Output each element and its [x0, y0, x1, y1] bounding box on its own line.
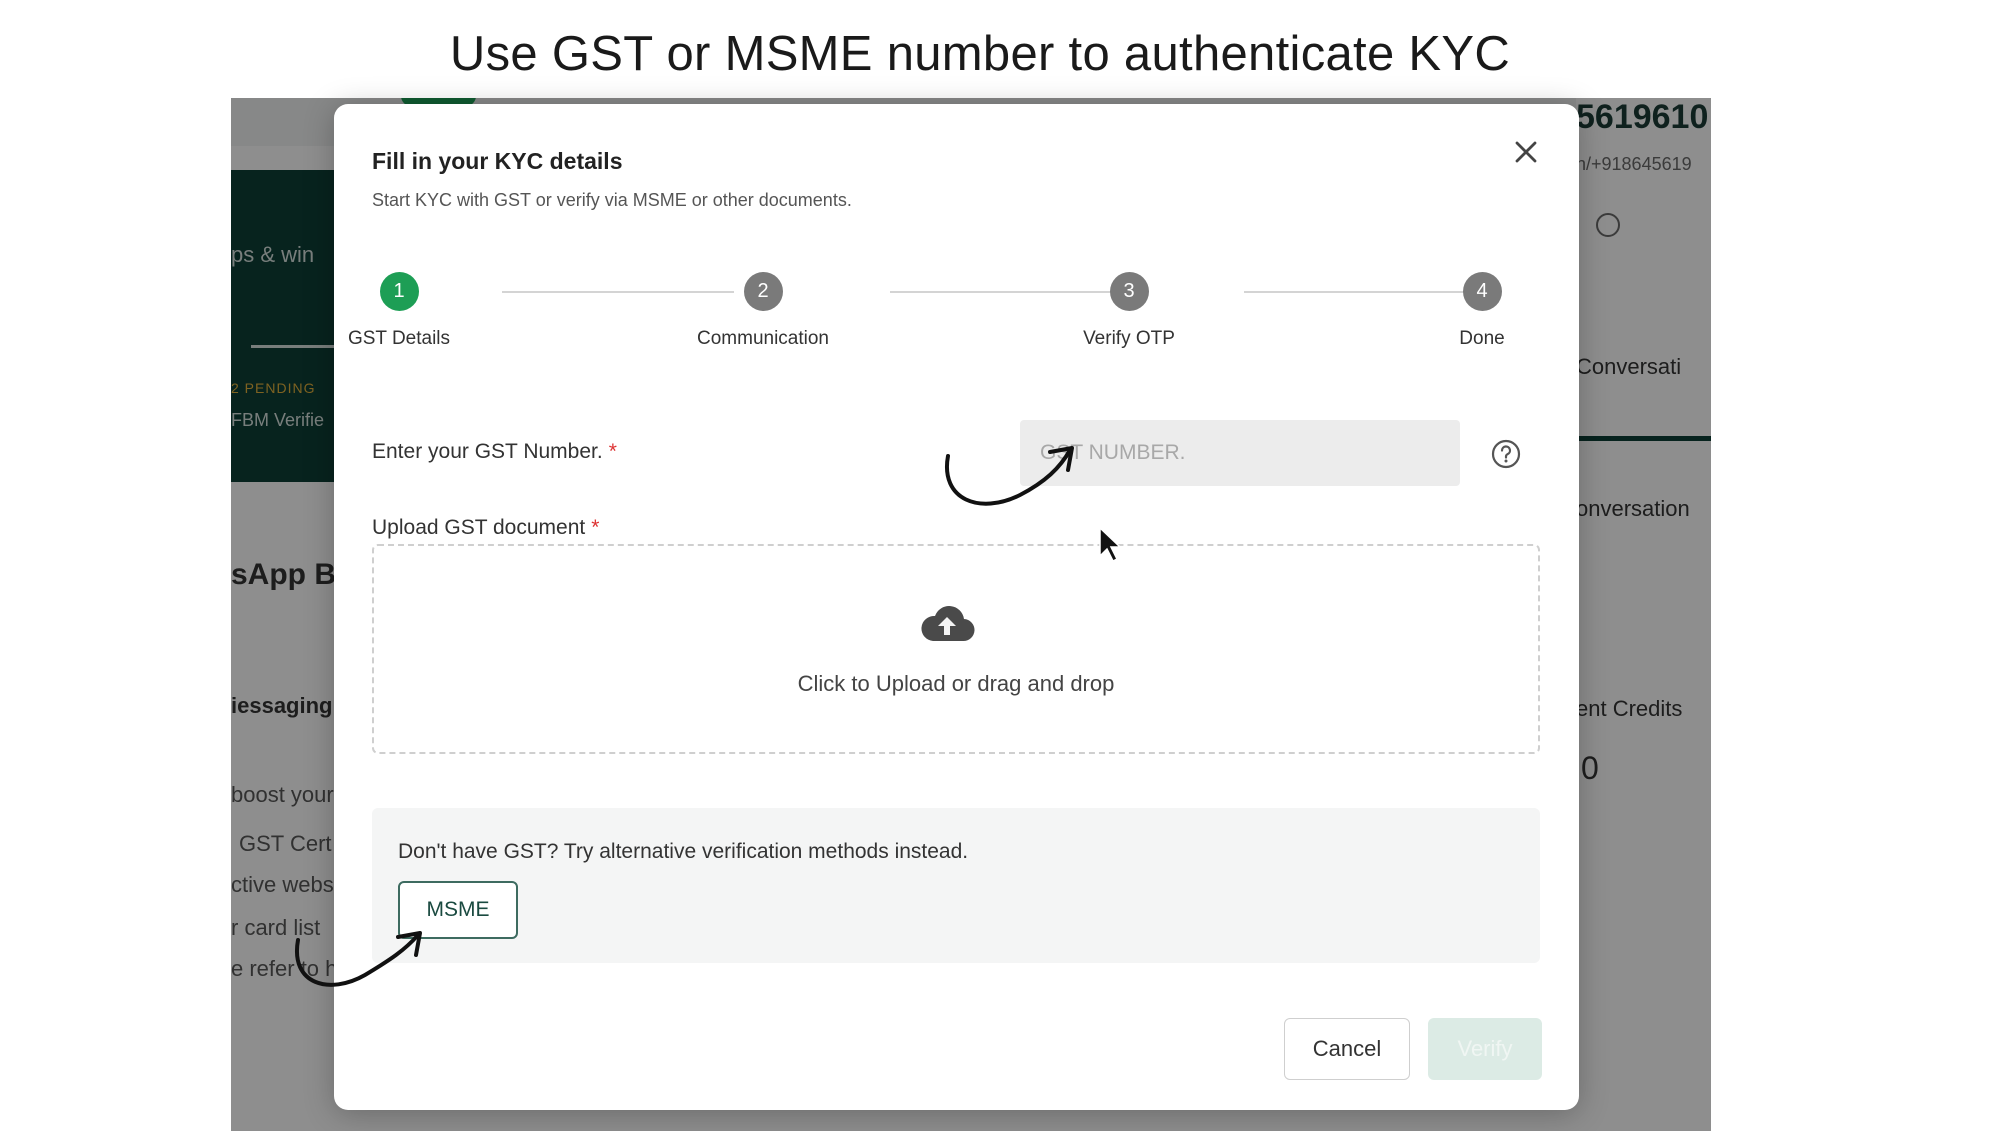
step-gst-details: 1 GST Details — [299, 272, 499, 350]
close-button[interactable] — [1506, 132, 1546, 172]
step-number: 1 — [379, 272, 419, 311]
help-button[interactable] — [1490, 438, 1522, 470]
upload-instructions: Click to Upload or drag and drop — [797, 671, 1115, 696]
step-verify-otp: 3 Verify OTP — [1029, 272, 1229, 350]
step-label: Verify OTP — [1083, 328, 1175, 349]
gst-number-label-text: Enter your GST Number. — [372, 440, 603, 463]
gst-number-label: Enter your GST Number. * — [372, 440, 617, 464]
upload-label: Upload GST document * — [372, 516, 599, 540]
required-mark: * — [608, 440, 617, 463]
cancel-button[interactable]: Cancel — [1284, 1018, 1410, 1080]
verify-button[interactable]: Verify — [1428, 1018, 1542, 1080]
required-mark: * — [591, 516, 600, 539]
headline: Use GST or MSME number to authenticate K… — [449, 27, 1511, 81]
close-icon — [1515, 141, 1537, 163]
cloud-upload-icon — [921, 606, 975, 642]
question-circle-icon — [1491, 439, 1521, 469]
upload-dropzone[interactable]: Click to Upload or drag and drop — [372, 544, 1540, 754]
modal-title: Fill in your KYC details — [372, 148, 623, 174]
step-done: 4 Done — [1382, 272, 1582, 350]
alternative-verification-text: Don't have GST? Try alternative verifica… — [398, 840, 969, 863]
msme-button[interactable]: MSME — [398, 881, 518, 939]
step-communication: 2 Communication — [663, 272, 863, 350]
step-number: 4 — [1462, 272, 1502, 311]
alternative-verification-panel: Don't have GST? Try alternative verifica… — [372, 808, 1540, 963]
step-label: Communication — [697, 328, 829, 349]
step-label: GST Details — [347, 328, 451, 349]
modal-subtitle: Start KYC with GST or verify via MSME or… — [372, 190, 852, 210]
kyc-modal: Fill in your KYC details Start KYC with … — [334, 104, 1579, 1110]
step-number: 2 — [743, 272, 783, 311]
gst-number-input[interactable] — [1020, 420, 1460, 486]
step-label: Done — [1459, 328, 1505, 349]
upload-label-text: Upload GST document — [372, 516, 586, 539]
step-number: 3 — [1109, 272, 1149, 311]
